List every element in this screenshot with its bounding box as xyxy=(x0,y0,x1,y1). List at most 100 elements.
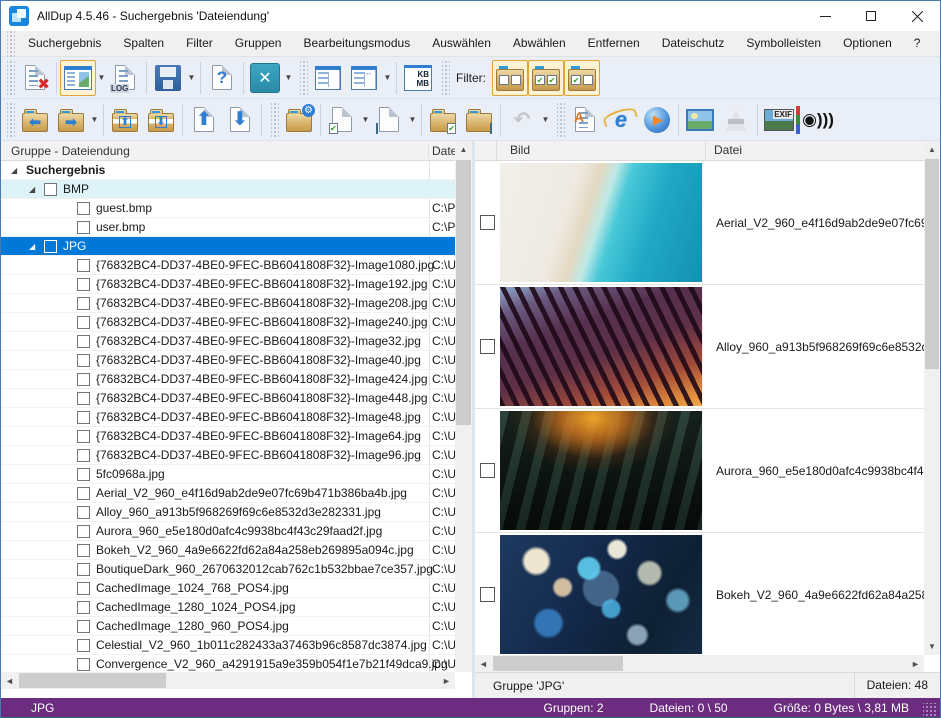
scroll-right-icon[interactable]: ► xyxy=(438,676,455,686)
tree-row[interactable]: ◢ {76832BC4-DD37-4BE0-9FEC-BB6041808F32}… xyxy=(1,256,455,275)
tree-row-checkbox[interactable] xyxy=(77,392,90,405)
tree-row-checkbox[interactable] xyxy=(77,658,90,671)
tree-row-checkbox[interactable] xyxy=(77,620,90,633)
toolbar1-grip[interactable] xyxy=(7,61,15,95)
menu-item-dateischutz[interactable]: Dateischutz xyxy=(651,36,736,50)
tree-row[interactable]: ◢ {76832BC4-DD37-4BE0-9FEC-BB6041808F32}… xyxy=(1,446,455,465)
tree-row[interactable]: ◢ guest.bmp C:\P xyxy=(1,199,455,218)
folder-deselect-all-button[interactable] xyxy=(461,102,497,138)
tree-row-checkbox[interactable] xyxy=(77,430,90,443)
text-preview-button[interactable]: A xyxy=(567,102,603,138)
filter-mixed-groups-button[interactable]: ✔ xyxy=(564,60,600,96)
preview-row[interactable]: Aerial_V2_960_e4f16d9ab2de9e07fc69b471b3… xyxy=(475,161,924,285)
tree-row-checkbox[interactable] xyxy=(77,506,90,519)
toolbar2-grip3[interactable] xyxy=(557,103,565,137)
menu-item-abwhlen[interactable]: Abwählen xyxy=(502,36,577,50)
log-button[interactable]: LOG xyxy=(107,60,143,96)
deselect-files-button[interactable] xyxy=(371,102,407,138)
aurora-image-thumbnail[interactable] xyxy=(500,411,702,530)
tree-row-checkbox[interactable] xyxy=(44,183,57,196)
menu-item-spalten[interactable]: Spalten xyxy=(112,36,175,50)
column-width-dropdown-icon[interactable]: ▼ xyxy=(382,60,393,96)
menu-item-auswhlen[interactable]: Auswählen xyxy=(421,36,502,50)
audio-player-button[interactable]: ◉))) xyxy=(797,102,833,138)
tree-row-checkbox[interactable] xyxy=(77,582,90,595)
vlc-player-button[interactable] xyxy=(718,102,754,138)
preview-row-checkbox[interactable] xyxy=(480,339,495,354)
tree-row[interactable]: ◢ {76832BC4-DD37-4BE0-9FEC-BB6041808F32}… xyxy=(1,275,455,294)
tree-row[interactable]: ◢ Alloy_960_a913b5f968269f69c6e8532d3e28… xyxy=(1,503,455,522)
tree-row[interactable]: ◢ Aurora_960_e5e180d0afc4c9938bc4f43c29f… xyxy=(1,522,455,541)
file-move-down-button[interactable]: ⬇ xyxy=(222,102,258,138)
tree-row-checkbox[interactable] xyxy=(77,259,90,272)
undo-dropdown-icon[interactable]: ▼ xyxy=(540,102,551,138)
close-button[interactable] xyxy=(894,1,940,31)
preview-row[interactable]: Alloy_960_a913b5f968269f69c6e8532d3e2823… xyxy=(475,285,924,409)
menu-item-filter[interactable]: Filter xyxy=(175,36,224,50)
tree-row-checkbox[interactable] xyxy=(77,335,90,348)
preview-row-checkbox[interactable] xyxy=(480,463,495,478)
tree-row[interactable]: ◢ Celestial_V2_960_1b011c282433a37463b96… xyxy=(1,636,455,655)
tree-row[interactable]: ◢ CachedImage_1280_1024_POS4.jpg C:\U xyxy=(1,598,455,617)
tree-row-checkbox[interactable] xyxy=(44,240,57,253)
history-forward-dropdown-icon[interactable]: ▼ xyxy=(89,102,100,138)
tree-row[interactable]: ◢ {76832BC4-DD37-4BE0-9FEC-BB6041808F32}… xyxy=(1,370,455,389)
tree-row-checkbox[interactable] xyxy=(77,525,90,538)
tree-row-checkbox[interactable] xyxy=(77,639,90,652)
menu-item-entfernen[interactable]: Entfernen xyxy=(577,36,651,50)
save-dropdown-icon[interactable]: ▼ xyxy=(186,60,197,96)
file-column-header-right[interactable]: Datei xyxy=(706,141,924,160)
scroll-up-icon[interactable]: ▲ xyxy=(455,141,472,158)
expand-triangle-icon[interactable]: ◢ xyxy=(11,161,20,180)
tree-row-checkbox[interactable] xyxy=(77,354,90,367)
history-back-button[interactable]: ⬅ xyxy=(17,102,53,138)
folder-settings-button[interactable]: ⚙ xyxy=(281,102,317,138)
tree-horizontal-scrollbar[interactable]: ◄ ► xyxy=(1,672,455,689)
tree-row-checkbox[interactable] xyxy=(77,563,90,576)
file-move-up-button[interactable]: ⬆ xyxy=(186,102,222,138)
scroll-left-icon[interactable]: ◄ xyxy=(1,676,18,686)
tree-row[interactable]: ◢ {76832BC4-DD37-4BE0-9FEC-BB6041808F32}… xyxy=(1,389,455,408)
menubar-grip[interactable] xyxy=(7,31,15,57)
preview-row-checkbox[interactable] xyxy=(480,587,495,602)
image-viewer-button[interactable] xyxy=(682,102,718,138)
menu-item-optionen[interactable]: Optionen xyxy=(832,36,903,50)
tree-row-checkbox[interactable] xyxy=(77,601,90,614)
preview-row-checkbox[interactable] xyxy=(480,215,495,230)
folder-select-all-button[interactable]: ✔ xyxy=(425,102,461,138)
view-layout-dropdown-icon[interactable]: ▼ xyxy=(96,60,107,96)
maximize-button[interactable] xyxy=(848,1,894,31)
filter-unchecked-groups-button[interactable] xyxy=(492,60,528,96)
close-search-dropdown-icon[interactable]: ▼ xyxy=(283,60,294,96)
tree-row[interactable]: ◢ {76832BC4-DD37-4BE0-9FEC-BB6041808F32}… xyxy=(1,332,455,351)
media-player-button[interactable]: ▶ xyxy=(639,102,675,138)
tree-row[interactable]: ◢ BMP xyxy=(1,180,455,199)
select-files-dropdown-icon[interactable]: ▼ xyxy=(360,102,371,138)
resize-grip[interactable] xyxy=(923,703,937,717)
tree-row[interactable]: ◢ {76832BC4-DD37-4BE0-9FEC-BB6041808F32}… xyxy=(1,294,455,313)
tree-row-checkbox[interactable] xyxy=(77,487,90,500)
internet-explorer-button[interactable]: e xyxy=(603,102,639,138)
expand-triangle-icon[interactable]: ◢ xyxy=(29,180,38,199)
scroll-down-icon[interactable]: ▼ xyxy=(924,638,940,655)
select-column-header[interactable] xyxy=(475,141,497,160)
scroll-up-icon[interactable]: ▲ xyxy=(924,141,940,158)
folder-move-down-button[interactable]: ⬇ xyxy=(143,102,179,138)
menu-item-symbolleisten[interactable]: Symbolleisten xyxy=(735,36,832,50)
folder-move-up-button[interactable]: ⬆ xyxy=(107,102,143,138)
column-width-button[interactable]: ↔ xyxy=(346,60,382,96)
preview-horizontal-scrollbar[interactable]: ◄ ► xyxy=(475,655,924,672)
deselect-files-dropdown-icon[interactable]: ▼ xyxy=(407,102,418,138)
tree-row-checkbox[interactable] xyxy=(77,278,90,291)
tree-row[interactable]: ◢ user.bmp C:\P xyxy=(1,218,455,237)
tree-row[interactable]: ◢ BoutiqueDark_960_2670632012cab762c1b53… xyxy=(1,560,455,579)
tree-row-checkbox[interactable] xyxy=(77,316,90,329)
tree-row[interactable]: ◢ CachedImage_1024_768_POS4.jpg C:\U xyxy=(1,579,455,598)
scroll-right-icon[interactable]: ► xyxy=(907,659,924,669)
tree-row[interactable]: ◢ {76832BC4-DD37-4BE0-9FEC-BB6041808F32}… xyxy=(1,427,455,446)
tree-row[interactable]: ◢ Aerial_V2_960_e4f16d9ab2de9e07fc69b471… xyxy=(1,484,455,503)
menu-item-gruppen[interactable]: Gruppen xyxy=(224,36,293,50)
image-column-header[interactable]: Bild xyxy=(497,141,706,160)
menu-item-suchergebnis[interactable]: Suchergebnis xyxy=(17,36,112,50)
tree-row-checkbox[interactable] xyxy=(77,449,90,462)
